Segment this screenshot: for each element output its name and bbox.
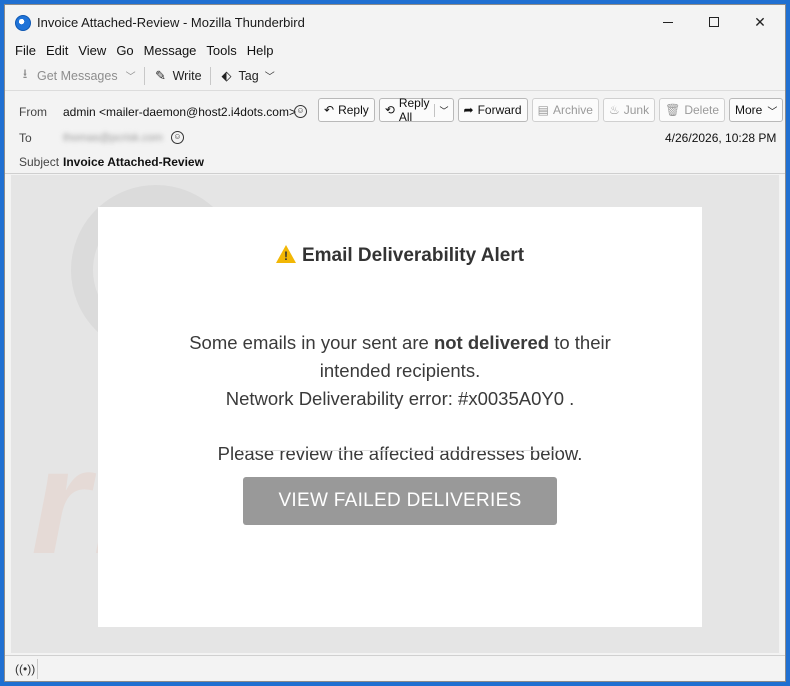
archive-button[interactable]: ▤ Archive [531, 98, 599, 122]
download-icon: ⭳ [22, 65, 28, 81]
p1-line2: intended recipients. [319, 360, 481, 381]
junk-label: Junk [623, 103, 650, 117]
header-actions: ↶ Reply ⟲ Reply All ﹀ ➦ Forward ▤ Archiv… [318, 96, 785, 124]
alert-paragraph-1: Some emails in your sent are not deliver… [98, 329, 702, 385]
message-header: From admin <mailer-daemon@host2.i4dots.c… [5, 92, 785, 174]
menu-message[interactable]: Message [144, 43, 197, 58]
close-icon: ✕ [754, 13, 766, 30]
to-value[interactable]: thomas@pcrisk.com [63, 132, 163, 144]
chevron-down-icon: ﹀ [264, 72, 275, 83]
thunderbird-window: Invoice Attached-Review - Mozilla Thunde… [4, 4, 786, 682]
pencil-icon: ✎ [155, 67, 167, 83]
reply-icon: ↶ [324, 103, 335, 117]
p1-bold: not delivered [433, 332, 550, 353]
reply-label: Reply [338, 103, 369, 117]
reply-button[interactable]: ↶ Reply [318, 98, 375, 122]
p1-text: Some emails in your sent are [189, 332, 434, 353]
main-toolbar: ⭳ Get Messages ﹀ ✎ Write ⬖ Tag ﹀ [5, 61, 785, 91]
from-value[interactable]: admin <mailer-daemon@host2.i4dots.com> [63, 105, 296, 119]
message-body: risk.com Email Deliverability Alert Some… [11, 175, 779, 653]
toolbar-separator [209, 66, 211, 85]
subject-value: Invoice Attached-Review [63, 155, 204, 169]
menu-bar: File Edit View Go Message Tools Help [5, 39, 785, 61]
title-bar: Invoice Attached-Review - Mozilla Thunde… [5, 5, 785, 39]
menu-view[interactable]: View [78, 43, 106, 58]
write-label: Write [172, 68, 202, 83]
to-label: To [19, 131, 32, 145]
close-button[interactable]: ✕ [737, 5, 783, 39]
flame-icon: ♨ [608, 103, 620, 117]
menu-go[interactable]: Go [116, 43, 133, 58]
thunderbird-app-icon [15, 15, 31, 31]
message-date: 4/26/2026, 10:28 PM [665, 131, 777, 145]
alert-title: Email Deliverability Alert [98, 245, 702, 267]
chevron-down-icon[interactable]: ﹀ [433, 103, 449, 117]
maximize-icon [709, 17, 719, 27]
tag-button[interactable]: ⬖ Tag ﹀ [219, 64, 275, 88]
minimize-icon [663, 21, 673, 23]
get-messages-label: Get Messages [37, 68, 118, 83]
tag-label: Tag [238, 68, 259, 83]
from-label: From [19, 105, 47, 119]
online-status-icon[interactable]: ((•)) [15, 662, 35, 676]
chevron-down-icon: ﹀ [125, 72, 136, 83]
maximize-button[interactable] [691, 5, 737, 39]
divider [240, 450, 560, 451]
get-messages-dropdown[interactable]: ﹀ [126, 64, 136, 88]
reply-all-label: Reply All [398, 96, 430, 124]
more-label: More [735, 103, 763, 117]
forward-icon: ➦ [463, 103, 474, 117]
minimize-button[interactable] [645, 5, 691, 39]
menu-tools[interactable]: Tools [206, 43, 236, 58]
delete-button[interactable]: 🗑 Delete [659, 98, 725, 122]
archive-icon: ▤ [537, 103, 549, 117]
menu-file[interactable]: File [15, 43, 36, 58]
review-line: Please review the affected addresses bel… [217, 443, 583, 464]
trash-icon: 🗑 [665, 103, 681, 117]
more-button[interactable]: More ﹀ [729, 98, 784, 122]
tag-icon: ⬖ [221, 67, 232, 83]
reply-all-button[interactable]: ⟲ Reply All ﹀ [378, 96, 454, 124]
status-bar: ((•)) [5, 655, 785, 681]
chevron-down-icon: ﹀ [767, 106, 778, 118]
view-failed-deliveries-button[interactable]: VIEW FAILED DELIVERIES [243, 477, 557, 525]
write-button[interactable]: ✎ Write [153, 64, 202, 88]
window-title: Invoice Attached-Review - Mozilla Thunde… [37, 15, 305, 30]
contact-icon[interactable]: ☺ [294, 105, 307, 118]
email-card: Email Deliverability Alert Some emails i… [98, 207, 702, 627]
status-separator [37, 659, 38, 679]
error-code-line: Network Deliverability error: #x0035A0Y0… [225, 388, 575, 409]
reply-all-icon: ⟲ [384, 103, 395, 117]
forward-button[interactable]: ➦ Forward [457, 98, 528, 122]
forward-label: Forward [477, 103, 522, 117]
contact-icon[interactable]: ☺ [171, 131, 184, 144]
junk-button[interactable]: ♨ Junk [602, 98, 656, 122]
p1-text-end: to their [549, 332, 611, 353]
subject-label: Subject [19, 155, 60, 169]
delete-label: Delete [684, 103, 719, 117]
get-messages-button[interactable]: ⭳ Get Messages [17, 64, 118, 88]
alert-title-text: Email Deliverability Alert [301, 245, 525, 266]
toolbar-separator [143, 66, 145, 85]
warning-icon [275, 245, 296, 263]
menu-edit[interactable]: Edit [46, 43, 68, 58]
menu-help[interactable]: Help [247, 43, 274, 58]
archive-label: Archive [552, 103, 593, 117]
